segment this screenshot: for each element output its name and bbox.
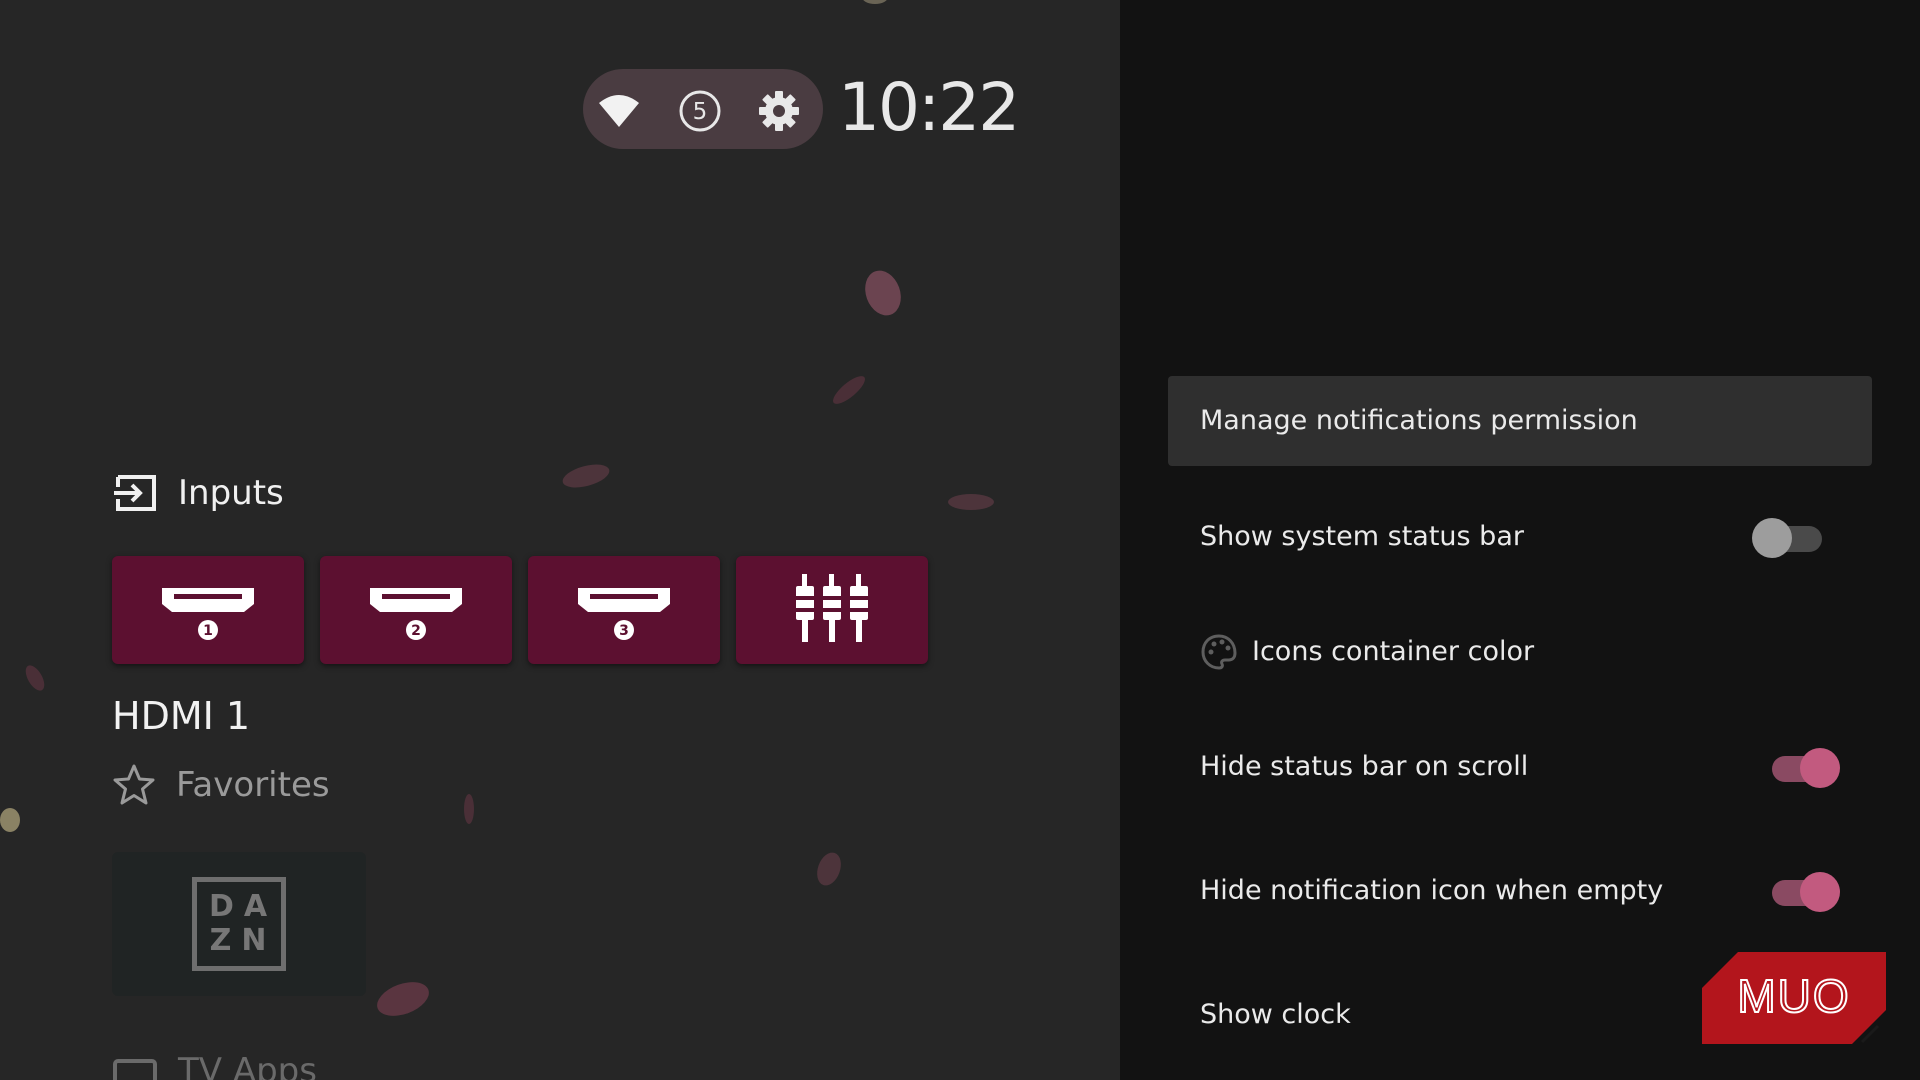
background-petal <box>464 794 474 824</box>
inputs-section-title: Inputs <box>178 473 284 513</box>
notification-count: 5 <box>693 99 708 125</box>
focused-input-label: HDMI 1 <box>112 694 251 738</box>
settings-item-label: Manage notifications permission <box>1200 405 1638 436</box>
inputs-section-header: Inputs <box>112 468 284 518</box>
background-petal <box>948 494 994 510</box>
composite-av-tile[interactable] <box>736 556 928 664</box>
tv-apps-icon <box>113 1059 157 1080</box>
background-petal <box>560 460 612 492</box>
hdmi-2-tile[interactable]: 2 <box>320 556 512 664</box>
settings-item-show-status-bar[interactable]: Show system status bar <box>1168 492 1872 582</box>
input-icon <box>114 475 156 511</box>
muo-watermark-logo: MUO <box>1702 952 1886 1044</box>
dazn-logo-bottom: ZN <box>209 923 277 958</box>
gear-icon <box>759 91 799 131</box>
hdmi-port-number: 3 <box>619 623 629 639</box>
background-petal <box>21 662 49 694</box>
toggle-thumb <box>1800 872 1840 912</box>
settings-item-label: Hide notification icon when empty <box>1200 875 1664 906</box>
settings-item-hide-notification-icon[interactable]: Hide notification icon when empty <box>1168 846 1872 936</box>
hdmi-port-number: 1 <box>203 623 213 639</box>
palette-icon <box>1201 634 1237 670</box>
hdmi-icon: 1 <box>162 588 254 640</box>
settings-item-label: Show clock <box>1200 999 1351 1030</box>
settings-item-label: Hide status bar on scroll <box>1200 751 1529 782</box>
hdmi-1-tile[interactable]: 1 <box>112 556 304 664</box>
background-petal <box>862 0 888 4</box>
star-icon <box>113 764 155 805</box>
status-icons-container[interactable]: 5 <box>583 69 823 149</box>
toggle-thumb <box>1800 748 1840 788</box>
settings-item-label: Show system status bar <box>1200 521 1524 552</box>
hide-status-bar-on-scroll-toggle[interactable] <box>1770 748 1840 788</box>
composite-av-icon <box>796 574 868 642</box>
background-petal <box>372 975 434 1023</box>
settings-item-hide-status-bar-on-scroll[interactable]: Hide status bar on scroll <box>1168 722 1872 812</box>
settings-side-panel: Manage notifications permission Show sys… <box>1120 0 1920 1080</box>
favorites-section-title: Favorites <box>176 765 330 805</box>
settings-item-icons-container-color[interactable]: Icons container color <box>1168 607 1872 697</box>
background-petal <box>0 808 20 832</box>
hdmi-port-number: 2 <box>411 623 421 639</box>
tv-apps-section-header: TV Apps <box>112 1046 317 1080</box>
favorites-section-header: Favorites <box>112 760 330 810</box>
hdmi-icon: 3 <box>578 588 670 640</box>
hide-notification-icon-toggle[interactable] <box>1770 872 1840 912</box>
settings-item-label: Icons container color <box>1252 636 1535 667</box>
android-tv-screen: 5 10:22 Inputs 1 2 3 HDMI 1 Favorites DA… <box>0 0 1920 1080</box>
hdmi-icon: 2 <box>370 588 462 640</box>
tv-apps-section-title: TV Apps <box>178 1051 317 1080</box>
background-petal <box>829 371 869 409</box>
dazn-logo-top: DA <box>208 889 278 924</box>
hdmi-3-tile[interactable]: 3 <box>528 556 720 664</box>
dazn-app-card[interactable]: DA ZN <box>112 852 366 996</box>
background-petal <box>859 265 907 321</box>
background-petal <box>812 849 846 889</box>
toggle-thumb <box>1752 518 1792 558</box>
settings-item-manage-notifications[interactable]: Manage notifications permission <box>1168 376 1872 466</box>
watermark-text: MUO <box>1737 970 1850 1022</box>
show-status-bar-toggle[interactable] <box>1752 518 1834 558</box>
clock: 10:22 <box>838 69 1020 146</box>
notification-count-icon: 5 <box>679 90 721 132</box>
inputs-row: 1 2 3 <box>112 556 928 664</box>
wifi-icon <box>599 95 639 127</box>
dazn-logo: DA ZN <box>192 877 286 971</box>
home-screen: 5 10:22 Inputs 1 2 3 HDMI 1 Favorites DA… <box>0 0 1120 1080</box>
